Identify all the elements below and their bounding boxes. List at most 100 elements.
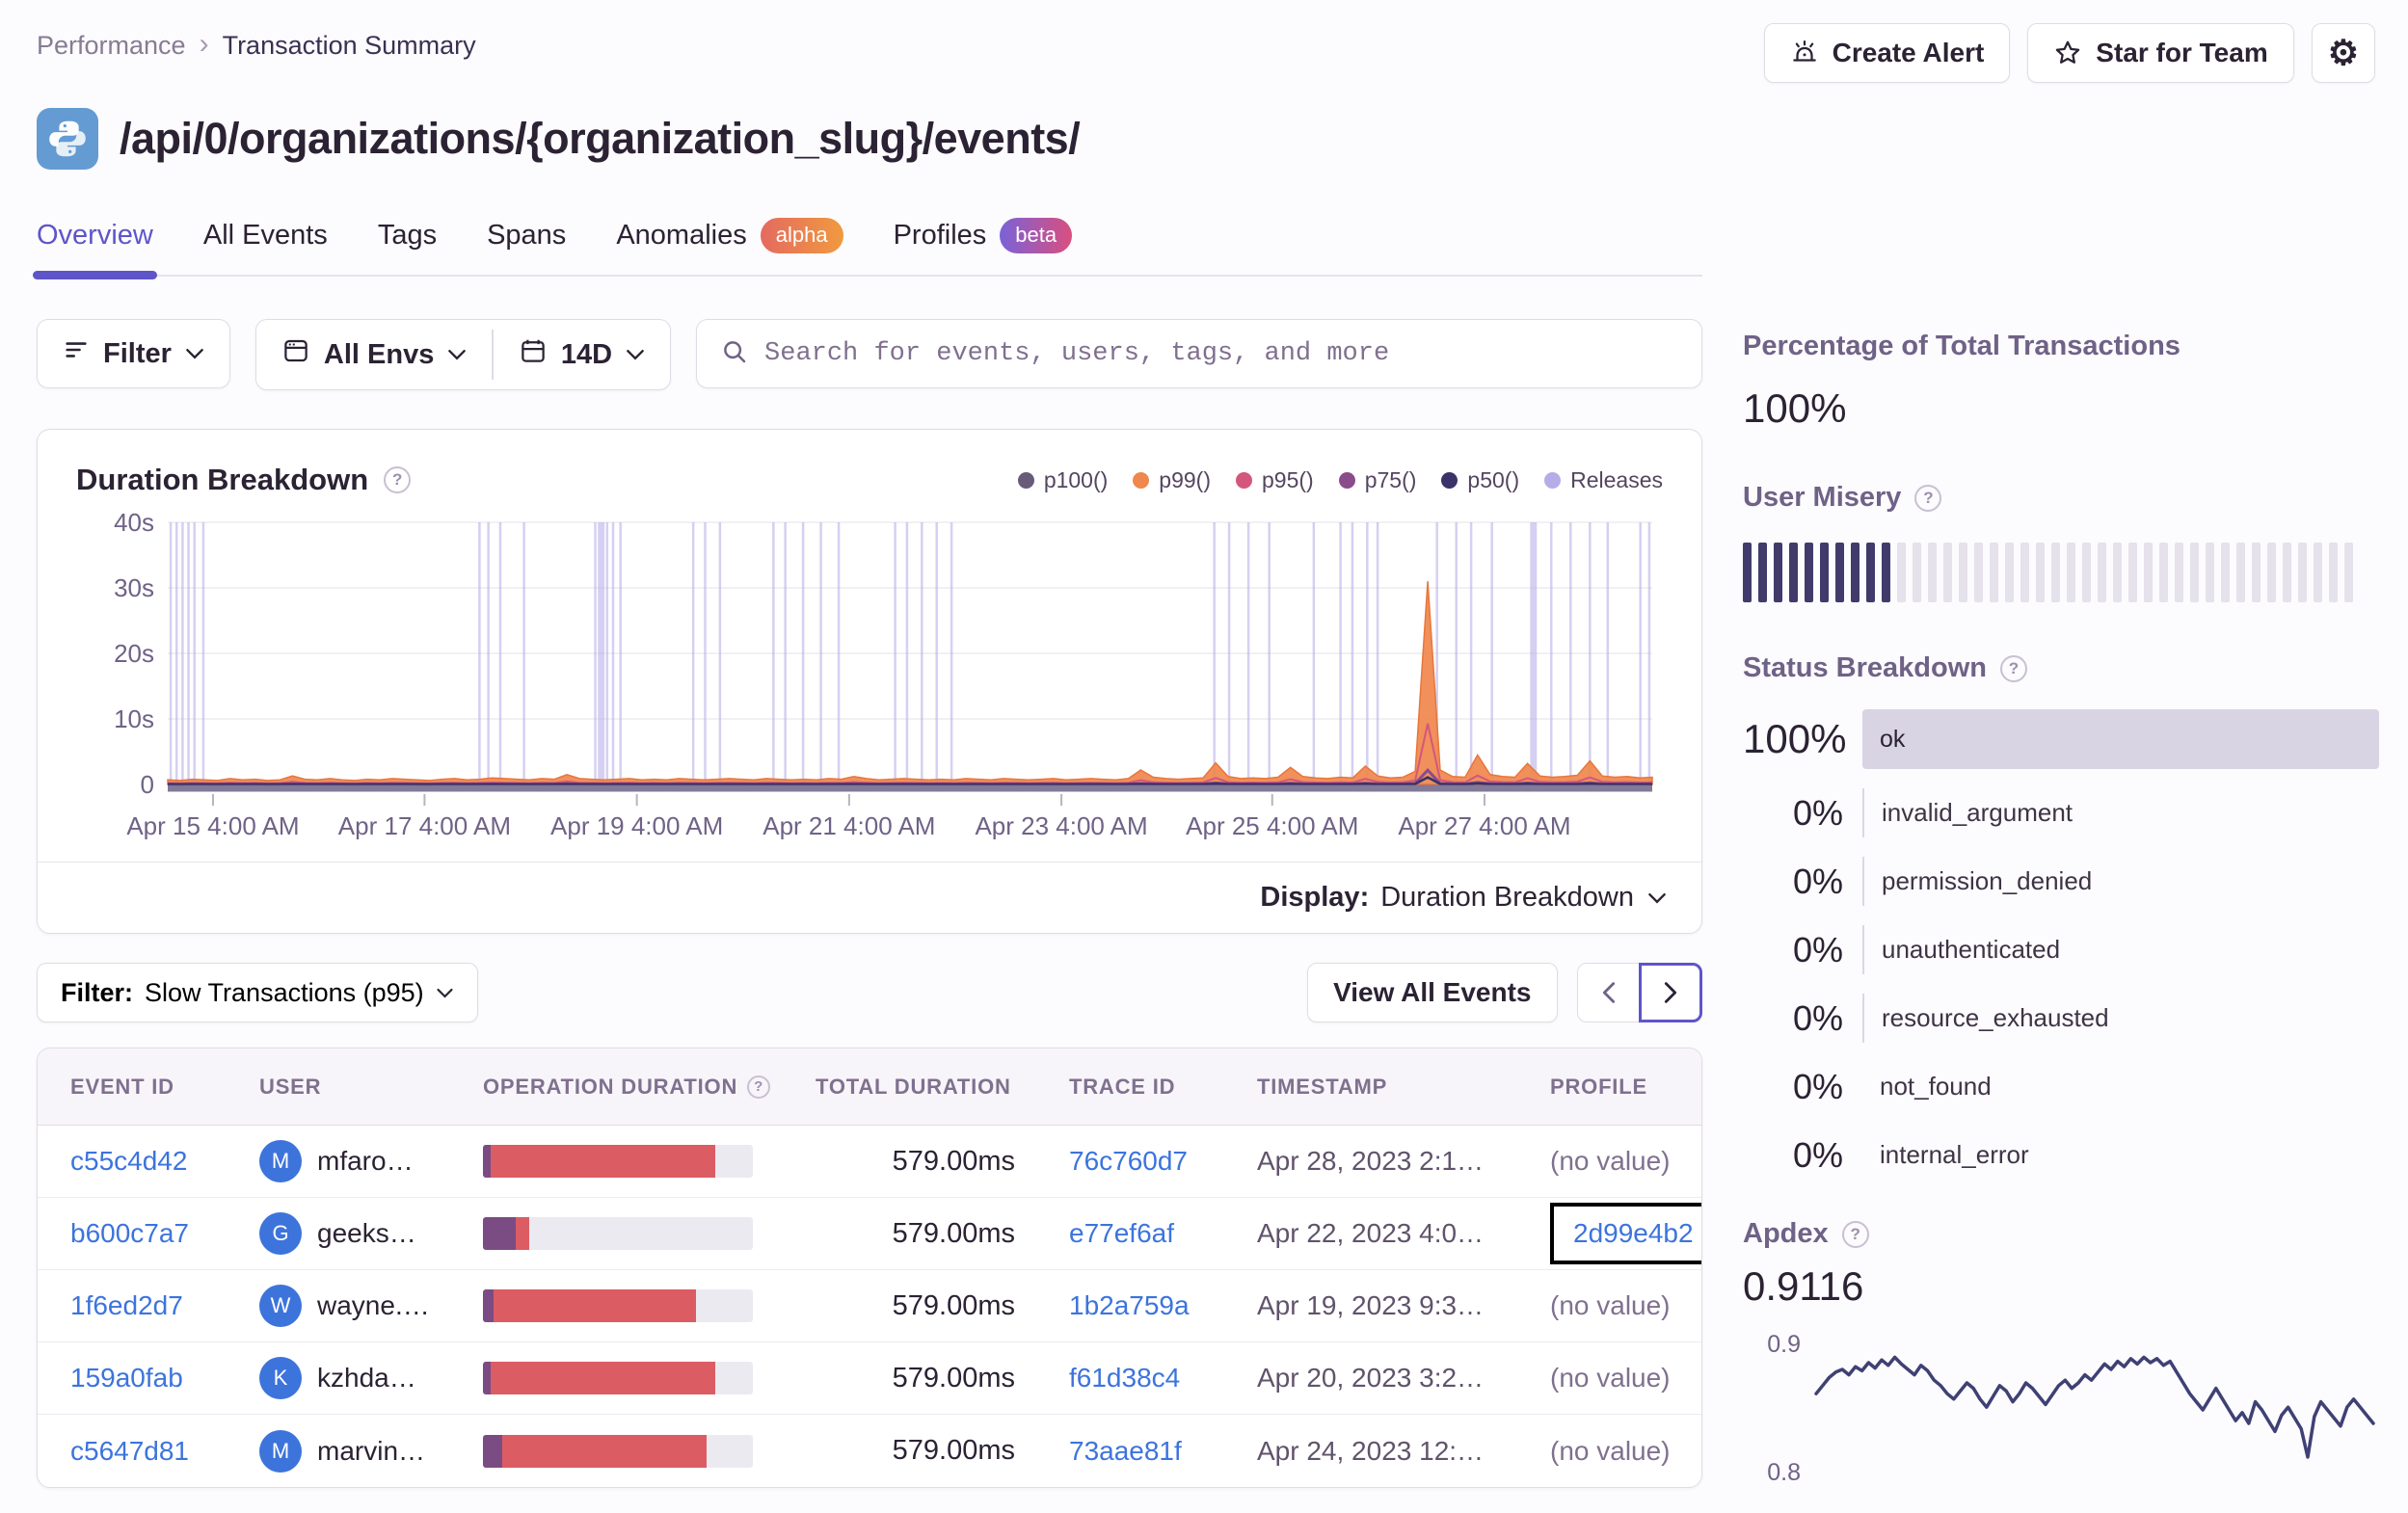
filter-dropdown[interactable]: Filter	[37, 319, 230, 388]
profile-cell: 2d99e4b2	[1550, 1203, 1701, 1264]
duration-chart: 40s 30s 20s 10s 0 Apr 15 4:00 AM Apr 17 4:00 A…	[38, 503, 1701, 844]
search-input[interactable]	[764, 339, 1678, 368]
misery-segment	[1882, 543, 1890, 602]
misery-segment	[1974, 543, 1983, 602]
star-icon	[2053, 39, 2082, 67]
beta-badge: beta	[1000, 218, 1073, 253]
trace-id-link[interactable]: 76c760d7	[1069, 1146, 1188, 1176]
env-date-group: All Envs 14D	[254, 319, 672, 390]
help-icon[interactable]: ?	[1914, 484, 1942, 512]
avatar: K	[259, 1357, 302, 1399]
event-id-link[interactable]: c5647d81	[70, 1436, 189, 1466]
help-icon[interactable]: ?	[2000, 654, 2027, 682]
trace-id-link[interactable]: 73aae81f	[1069, 1436, 1182, 1466]
tab-anomalies[interactable]: Anomalies alpha	[616, 218, 843, 275]
event-id-link[interactable]: 159a0fab	[70, 1363, 183, 1393]
column-event-id[interactable]: EVENT ID	[70, 1075, 259, 1100]
misery-segment	[2098, 543, 2106, 602]
help-icon[interactable]: ?	[747, 1075, 771, 1099]
environment-selector[interactable]: All Envs	[256, 320, 492, 389]
status-row-resource_exhausted: 0% resource_exhausted	[1743, 994, 2379, 1043]
column-timestamp[interactable]: TIMESTAMP	[1257, 1075, 1550, 1100]
chevron-down-icon	[448, 349, 467, 360]
status-row-unauthenticated: 0% unauthenticated	[1743, 925, 2379, 974]
trace-id-link[interactable]: e77ef6af	[1069, 1218, 1174, 1248]
column-total-duration[interactable]: TOTAL DURATION	[816, 1075, 1069, 1100]
window-icon	[281, 336, 310, 373]
status-label: resource_exhausted	[1862, 994, 2379, 1043]
breadcrumb-performance[interactable]: Performance	[37, 31, 186, 61]
svg-text:Apr 15 4:00 AM: Apr 15 4:00 AM	[126, 811, 299, 839]
user-name: mfaro…	[317, 1146, 414, 1176]
column-profile[interactable]: PROFILE	[1550, 1075, 1701, 1100]
svg-text:30s: 30s	[114, 573, 154, 602]
profile-cell: (no value)	[1550, 1363, 1671, 1393]
view-all-events-button[interactable]: View All Events	[1307, 963, 1558, 1022]
transactions-filter-dropdown[interactable]: Filter: Slow Transactions (p95)	[37, 963, 478, 1022]
legend-dot	[1544, 471, 1562, 489]
duration-chart-svg: 40s 30s 20s 10s 0 Apr 15 4:00 AM Apr 17 4:00 A…	[114, 508, 1653, 840]
legend-item-p95[interactable]: p95()	[1236, 467, 1314, 493]
column-user[interactable]: USER	[259, 1075, 483, 1100]
view-all-events-label: View All Events	[1333, 977, 1532, 1007]
tab-bar: Overview All Events Tags Spans Anomalies…	[33, 218, 1702, 279]
tab-profiles[interactable]: Profiles beta	[894, 218, 1073, 275]
breadcrumb: Performance › Transaction Summary	[37, 23, 476, 61]
legend-item-p100[interactable]: p100()	[1017, 467, 1108, 493]
display-selector[interactable]: Duration Breakdown	[1380, 882, 1667, 914]
operation-duration-bar	[483, 1217, 753, 1250]
main-column: Filter All Envs 14D Search for events, u…	[37, 277, 1702, 1488]
user-cell: M marvin…	[259, 1429, 483, 1473]
misery-segment	[1805, 543, 1813, 602]
pagination	[1576, 963, 1702, 1022]
settings-button[interactable]: ⚙	[2311, 23, 2375, 83]
star-for-team-button[interactable]: Star for Team	[2027, 23, 2294, 83]
legend-item-p99[interactable]: p99()	[1133, 467, 1211, 493]
misery-segment	[2252, 543, 2261, 602]
trace-id-link[interactable]: f61d38c4	[1069, 1363, 1180, 1393]
tab-overview[interactable]: Overview	[33, 218, 157, 279]
filter-label: Filter	[103, 337, 172, 369]
ptt-value: 100%	[1743, 385, 1847, 431]
misery-segment	[2128, 543, 2137, 602]
ptt-title: Percentage of Total Transactions	[1743, 331, 2181, 361]
legend-label: p99()	[1159, 466, 1211, 492]
create-alert-button[interactable]: Create Alert	[1763, 23, 2011, 83]
legend-label: Releases	[1570, 466, 1663, 492]
svg-text:40s: 40s	[114, 508, 154, 537]
chart-legend: p100() p99() p95() p75() p50() Releases	[1017, 467, 1663, 493]
trace-id-link[interactable]: 1b2a759a	[1069, 1290, 1190, 1320]
date-range-selector[interactable]: 14D	[494, 320, 670, 389]
legend-item-Releases[interactable]: Releases	[1544, 467, 1663, 493]
help-icon[interactable]: ?	[1841, 1220, 1869, 1248]
svg-text:0: 0	[141, 770, 154, 799]
tab-tags[interactable]: Tags	[378, 218, 437, 275]
legend-item-p50[interactable]: p50()	[1441, 467, 1519, 493]
profile-link[interactable]: 2d99e4b2	[1573, 1218, 1694, 1248]
apdex-value: 0.9116	[1743, 1263, 1864, 1309]
table-header: EVENT ID USER OPERATION DURATION? TOTAL …	[38, 1048, 1701, 1126]
legend-item-p75[interactable]: p75()	[1338, 467, 1416, 493]
table-row: c5647d81 M marvin… 579.00ms 73aae81f Apr…	[38, 1415, 1701, 1487]
misery-segment	[2067, 543, 2075, 602]
tab-all-events[interactable]: All Events	[203, 218, 328, 275]
column-trace-id[interactable]: TRACE ID	[1069, 1075, 1257, 1100]
previous-page-button[interactable]	[1576, 963, 1641, 1022]
page-title: /api/0/organizations/{organization_slug}…	[120, 114, 1081, 163]
column-operation-duration[interactable]: OPERATION DURATION?	[483, 1075, 816, 1100]
next-page-button[interactable]	[1639, 963, 1702, 1022]
legend-dot	[1236, 471, 1252, 489]
event-id-link[interactable]: c55c4d42	[70, 1146, 187, 1176]
tab-spans[interactable]: Spans	[487, 218, 566, 275]
help-icon[interactable]: ?	[384, 466, 412, 493]
avatar: M	[259, 1140, 302, 1182]
filter-row: Filter All Envs 14D Search for events, u…	[37, 319, 1702, 390]
operation-duration-bar	[483, 1362, 753, 1394]
event-id-link[interactable]: 1f6ed2d7	[70, 1290, 183, 1320]
misery-segment	[2283, 543, 2291, 602]
event-id-link[interactable]: b600c7a7	[70, 1218, 189, 1248]
profile-cell: (no value)	[1550, 1146, 1671, 1176]
status-bar-ok[interactable]: ok	[1862, 709, 2379, 769]
display-label: Display:	[1260, 882, 1370, 913]
user-cell: M mfaro…	[259, 1140, 483, 1182]
